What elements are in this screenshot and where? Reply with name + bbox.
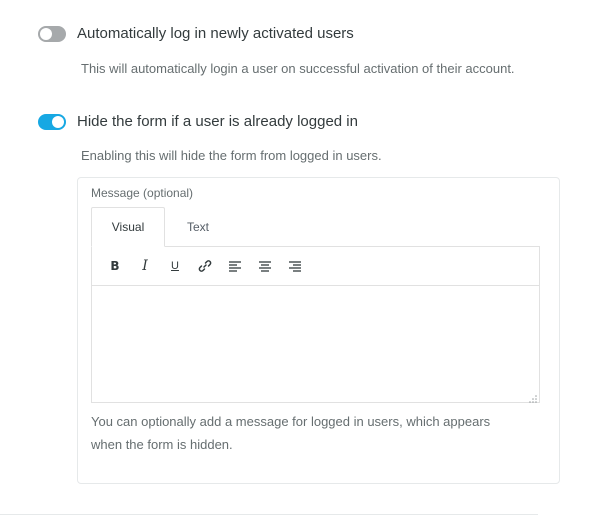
setting-hide-form: Hide the form if a user is already logge…: [38, 113, 358, 130]
auto-login-label: Automatically log in newly activated use…: [77, 25, 354, 42]
message-editor: B I U: [91, 246, 540, 403]
toggle-knob: [52, 115, 64, 128]
setting-auto-login: Automatically log in newly activated use…: [38, 25, 354, 42]
message-label: Message (optional): [91, 186, 194, 200]
auto-login-description: This will automatically login a user on …: [81, 61, 515, 76]
hide-form-label: Hide the form if a user is already logge…: [77, 113, 358, 130]
bold-icon[interactable]: B: [100, 253, 130, 279]
tab-text[interactable]: Text: [161, 207, 235, 247]
divider: [0, 514, 538, 515]
align-left-icon[interactable]: [220, 253, 250, 279]
link-icon[interactable]: [190, 253, 220, 279]
message-panel: Message (optional) Visual Text B I U You…: [77, 177, 560, 484]
message-textarea[interactable]: [92, 287, 539, 402]
align-center-icon[interactable]: [250, 253, 280, 279]
resize-grip-icon[interactable]: [527, 390, 537, 403]
hide-form-description: Enabling this will hide the form from lo…: [81, 148, 382, 163]
align-right-icon[interactable]: [280, 253, 310, 279]
message-help-text: You can optionally add a message for log…: [91, 414, 491, 452]
tab-visual[interactable]: Visual: [91, 207, 165, 247]
editor-toolbar: B I U: [92, 247, 539, 286]
hide-form-toggle[interactable]: [38, 113, 66, 130]
underline-icon[interactable]: U: [160, 253, 190, 279]
italic-icon[interactable]: I: [130, 253, 160, 279]
toggle-knob: [40, 27, 52, 40]
auto-login-toggle[interactable]: [38, 25, 66, 42]
